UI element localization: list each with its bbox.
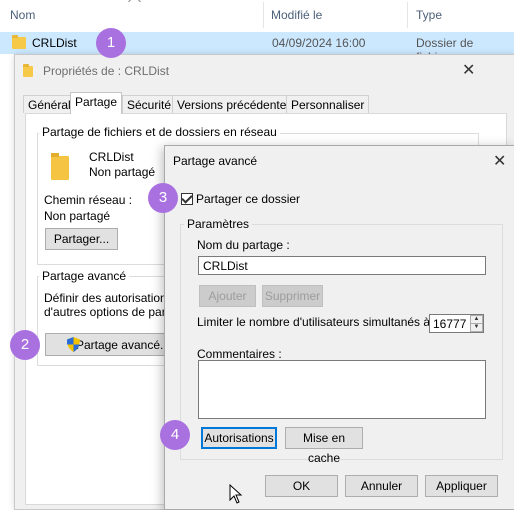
file-name: CRLDist — [32, 36, 77, 50]
ok-button[interactable]: OK — [265, 475, 338, 497]
comments-input[interactable] — [198, 360, 486, 419]
spin-down-icon[interactable]: ▼ — [470, 323, 483, 332]
group-label: Paramètres — [184, 217, 253, 231]
advanced-description: Définir des autorisations p — [44, 291, 183, 305]
share-button[interactable]: Partager... — [45, 228, 118, 250]
folder-icon — [12, 35, 26, 49]
advanced-sharing-button-label: Partage avancé... — [75, 337, 170, 352]
tab-customize[interactable]: Personnaliser — [286, 95, 370, 113]
group-label: Partage avancé — [39, 269, 130, 283]
advanced-description: d'autres options de partag — [44, 305, 183, 319]
step-badge: 1 — [96, 28, 126, 58]
network-path-value: Non partagé — [44, 209, 111, 223]
step-badge: 4 — [160, 420, 190, 450]
step-badge: 2 — [10, 330, 40, 360]
advanced-sharing-button[interactable]: Partage avancé... — [45, 333, 175, 356]
dialog-title: Partage avancé — [173, 154, 258, 168]
caching-button[interactable]: Mise en cache — [285, 427, 363, 465]
column-modified[interactable]: Modifié le — [271, 8, 322, 22]
checkmark-icon — [181, 192, 193, 204]
network-path-label: Chemin réseau : — [44, 193, 133, 207]
share-folder-label[interactable]: Partager ce dossier — [196, 192, 300, 206]
file-modified: 04/09/2024 16:00 — [272, 36, 366, 50]
advanced-sharing-dialog: Partage avancé ✕ Partager ce dossier Par… — [164, 145, 514, 510]
share-name-label: Nom du partage : — [197, 238, 290, 252]
share-folder-name: CRLDist — [89, 150, 134, 164]
dialog-title: Propriétés de : CRLDist — [43, 64, 170, 78]
column-name[interactable]: Nom — [10, 8, 35, 22]
column-type[interactable]: Type — [416, 8, 442, 22]
tab-previous-versions[interactable]: Versions précédentes — [172, 95, 298, 113]
share-name-input[interactable]: CRLDist — [198, 256, 486, 275]
column-divider — [407, 2, 408, 28]
comments-label: Commentaires : — [197, 347, 282, 361]
explorer-column-header: Nom Modifié le Type — [0, 0, 514, 30]
close-icon[interactable]: ✕ — [493, 151, 506, 171]
file-row-crldist[interactable]: CRLDist 04/09/2024 16:00 Dossier de fich… — [0, 32, 514, 64]
tab-sharing[interactable]: Partage — [70, 92, 123, 114]
column-divider — [263, 2, 264, 28]
share-status: Non partagé — [89, 165, 156, 179]
folder-icon — [51, 153, 69, 180]
mouse-cursor-icon — [229, 484, 243, 504]
user-limit-value: 16777 — [433, 317, 467, 331]
group-label: Partage de fichiers et de dossiers en ré… — [39, 125, 280, 139]
tab-security[interactable]: Sécurité — [122, 95, 177, 113]
step-badge: 3 — [148, 183, 178, 213]
add-button[interactable]: Ajouter — [199, 285, 256, 307]
folder-icon — [23, 64, 33, 77]
uac-shield-icon — [67, 337, 80, 352]
share-folder-checkbox[interactable] — [181, 192, 193, 205]
cancel-button[interactable]: Annuler — [345, 475, 418, 497]
sort-ascending-icon — [128, 0, 141, 8]
user-limit-label: Limiter le nombre d'utilisateurs simulta… — [197, 315, 437, 329]
tab-general[interactable]: Général — [23, 95, 76, 113]
remove-button[interactable]: Supprimer — [262, 285, 323, 307]
apply-button[interactable]: Appliquer — [425, 475, 498, 497]
close-icon[interactable]: ✕ — [462, 60, 475, 80]
permissions-button[interactable]: Autorisations — [201, 427, 277, 449]
